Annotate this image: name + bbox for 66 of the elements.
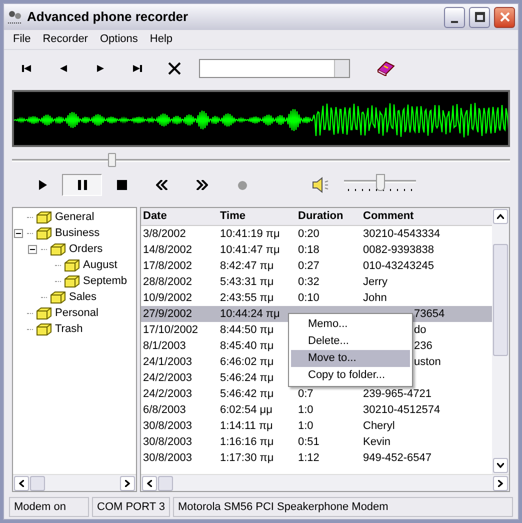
table-cell: Cheryl xyxy=(363,420,395,432)
table-cell: do xyxy=(414,324,426,336)
table-cell-text: 1:16:16 πμ xyxy=(219,434,275,450)
status-panel: COM PORT 3 xyxy=(92,497,170,517)
table-cell-text: 17/10/2002 xyxy=(142,322,200,338)
table-cell-text: 10:41:19 πμ xyxy=(219,226,281,242)
tree-item-label: Sales xyxy=(69,290,97,305)
table-cell-text: 10:41:47 πμ xyxy=(219,242,281,258)
table-cell: 0:27 xyxy=(298,260,320,272)
table-cell: uston xyxy=(414,356,441,368)
table-cell-text: 24/2/2003 xyxy=(142,386,193,402)
table-cell-text: 6:02:54 μμ xyxy=(219,402,274,418)
table-cell-text: 30/8/2003 xyxy=(142,450,193,466)
table-cell-text: 5:43:31 πμ xyxy=(219,274,275,290)
table-cell-text: 2:43:55 πμ xyxy=(219,290,275,306)
status-panel: Motorola SM56 PCI Speakerphone Modem xyxy=(173,497,513,517)
table-cell-text: 30/8/2003 xyxy=(142,418,193,434)
tree-item-label: Orders xyxy=(69,242,103,257)
table-cell-text: 14/8/2002 xyxy=(142,242,193,258)
tree-item-label: Personal xyxy=(55,306,98,321)
table-cell-text: 5:46:42 πμ xyxy=(219,386,275,402)
table-cell: Jerry xyxy=(363,276,388,288)
table-cell: 73654 xyxy=(414,308,445,320)
tree-item-label: Trash xyxy=(55,322,83,337)
table-cell: 1:0 xyxy=(298,420,314,432)
table-cell-text: 24/2/2003 xyxy=(142,370,193,386)
table-cell-text: 6/8/2003 xyxy=(142,402,187,418)
table-cell: 0:7 xyxy=(298,388,314,400)
table-cell: 010-43243245 xyxy=(363,260,434,272)
table-cell-text: 28/8/2002 xyxy=(142,274,193,290)
table-cell: 236 xyxy=(414,340,432,352)
table-cell: 0:20 xyxy=(298,228,320,240)
window-title: Advanced phone recorder xyxy=(27,8,190,26)
table-cell: 1:0 xyxy=(298,404,314,416)
table-cell-text: 8:45:40 πμ xyxy=(219,338,275,354)
tree-item-label: Business xyxy=(55,226,100,241)
table-cell-text: 10/9/2002 xyxy=(142,290,193,306)
table-cell-text: 8/1/2003 xyxy=(142,338,187,354)
table-cell: 0:51 xyxy=(298,436,320,448)
table-cell: Kevin xyxy=(363,436,391,448)
table-cell: 30210-4543334 xyxy=(363,228,440,240)
table-cell: 30210-4512574 xyxy=(363,404,440,416)
table-cell: 0:32 xyxy=(298,276,320,288)
table-cell: 0082-9393838 xyxy=(363,244,434,256)
tree-item-label: August xyxy=(83,258,118,273)
table-cell-text: 8:42:47 πμ xyxy=(219,258,275,274)
status-panel: Modem on xyxy=(9,497,89,517)
table-cell: 1:12 xyxy=(298,452,320,464)
table-cell: 0:18 xyxy=(298,244,320,256)
tree-item-label: General xyxy=(55,210,94,225)
table-cell-text: 3/8/2002 xyxy=(142,226,187,242)
table-cell-text: 30/8/2003 xyxy=(142,434,193,450)
table-cell-text: 1:14:11 πμ xyxy=(219,418,274,434)
table-cell-text: 5:46:24 πμ xyxy=(219,370,275,386)
table-cell: 949-452-6547 xyxy=(363,452,432,464)
table-cell-text: 10:44:24 πμ xyxy=(219,306,281,322)
table-cell-text: 17/8/2002 xyxy=(142,258,193,274)
table-cell-text: 1:17:30 πμ xyxy=(219,450,275,466)
tree-item-label: Septemb xyxy=(83,274,128,289)
table-cell: John xyxy=(363,292,387,304)
table-cell: 0:10 xyxy=(298,292,320,304)
table-cell: 239-965-4721 xyxy=(363,388,432,400)
table-cell-text: 6:46:02 πμ xyxy=(219,354,275,370)
table-cell-text: 8:44:50 πμ xyxy=(219,322,275,338)
table-cell-text: 27/9/2002 xyxy=(142,306,193,322)
table-cell-text: 24/1/2003 xyxy=(142,354,193,370)
